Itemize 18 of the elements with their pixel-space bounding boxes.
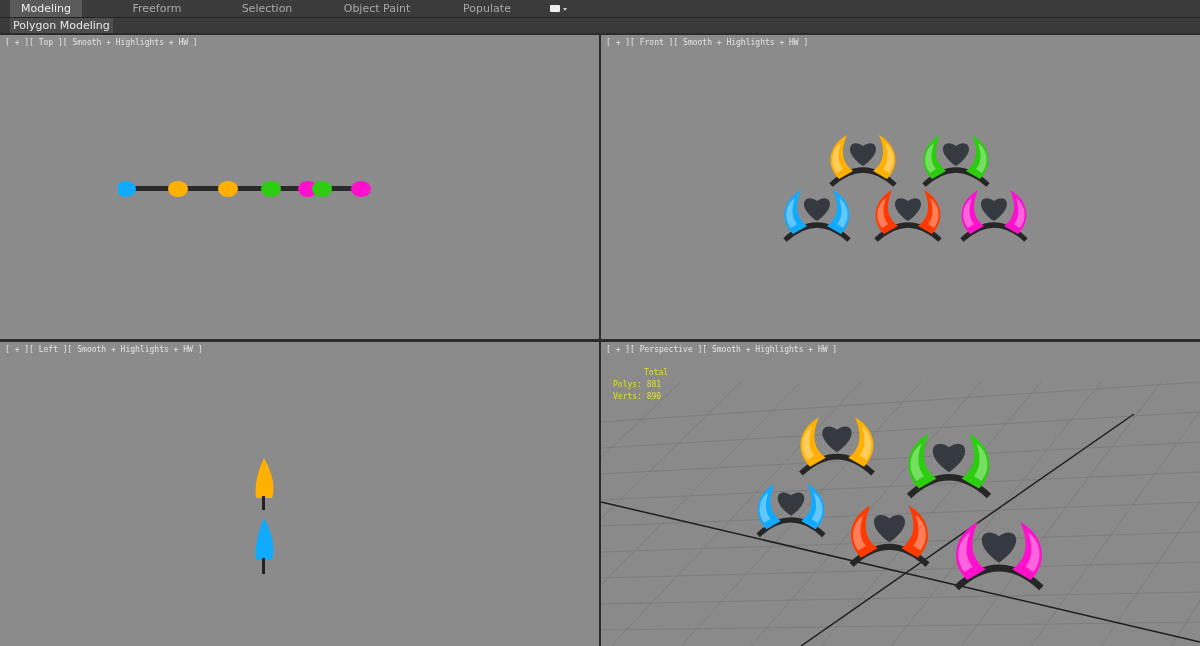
ribbon-tab[interactable]: Freeform [102,0,212,17]
stats-line: Verts: 890 [613,391,663,403]
dropdown-icon[interactable] [550,3,568,14]
viewport-label[interactable]: [ + ][ Left ][ Smooth + Highlights + HW ] [5,345,203,354]
stats-title: Total [643,367,669,379]
viewport-label[interactable]: [ + ][ Front ][ Smooth + Highlights + HW ] [606,38,809,47]
viewport[interactable]: [ + ][ Front ][ Smooth + Highlights + HW ] [601,35,1200,339]
ribbon-tab[interactable]: Object Paint [322,0,432,17]
viewport-label[interactable]: [ + ][ Top ][ Smooth + Highlights + HW ] [5,38,198,47]
ribbon-tab[interactable]: Selection [212,0,322,17]
ribbon-panel-label[interactable]: Polygon Modeling [10,18,113,33]
viewport-label[interactable]: [ + ][ Perspective ][ Smooth + Highlights + HW ] [606,345,838,354]
viewport[interactable]: [ + ][ Left ][ Smooth + Highlights + HW ] [0,342,599,646]
ribbon-tab[interactable]: Modeling [10,0,82,17]
viewport[interactable]: [ + ][ Top ][ Smooth + Highlights + HW ] [0,35,599,339]
ribbon-tab[interactable]: Populate [432,0,542,17]
viewport[interactable]: [ + ][ Perspective ][ Smooth + Highlights + HW ] Total Polys: 881 Verts: 890 [601,342,1200,646]
stats-line: Polys: 881 [613,379,663,391]
